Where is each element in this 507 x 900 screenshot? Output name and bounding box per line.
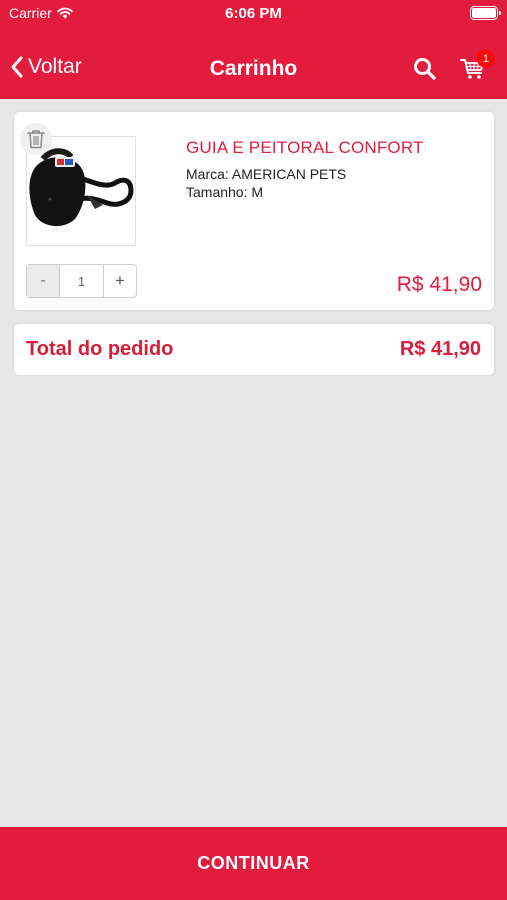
order-total-value: R$ 41,90	[399, 338, 481, 360]
order-total-card: Total do pedido R$ 41,90	[14, 324, 494, 375]
product-size: Tamanho: M	[186, 184, 264, 200]
trash-icon	[27, 130, 45, 149]
increase-quantity-button[interactable]: +	[103, 265, 136, 297]
product-brand: Marca: AMERICAN PETS	[186, 166, 347, 182]
quantity-stepper: - 1 +	[26, 264, 137, 298]
product-details: Marca: AMERICAN PETS Tamanho: M	[186, 165, 346, 201]
harness-image	[29, 148, 134, 227]
delete-item-button[interactable]	[20, 123, 52, 155]
quantity-value[interactable]: 1	[60, 265, 103, 297]
search-button[interactable]	[412, 56, 438, 82]
order-total-label: Total do pedido	[26, 338, 174, 360]
item-price: R$ 41,90	[396, 273, 482, 296]
product-name[interactable]: GUIA E PEITORAL CONFORT	[186, 138, 424, 158]
continue-button[interactable]: CONTINUAR	[0, 827, 507, 900]
status-bar: Carrier 6:06 PM	[0, 0, 507, 28]
app-header: Carrier 6:06 PM Voltar Carrinho 1	[0, 0, 507, 99]
decrease-quantity-button[interactable]: -	[27, 265, 60, 297]
battery-icon	[470, 6, 501, 20]
status-time: 6:06 PM	[225, 5, 282, 22]
cart-item-card: GUIA E PEITORAL CONFORT Marca: AMERICAN …	[14, 112, 494, 310]
cart-count-badge: 1	[477, 50, 495, 68]
search-icon	[414, 58, 436, 80]
